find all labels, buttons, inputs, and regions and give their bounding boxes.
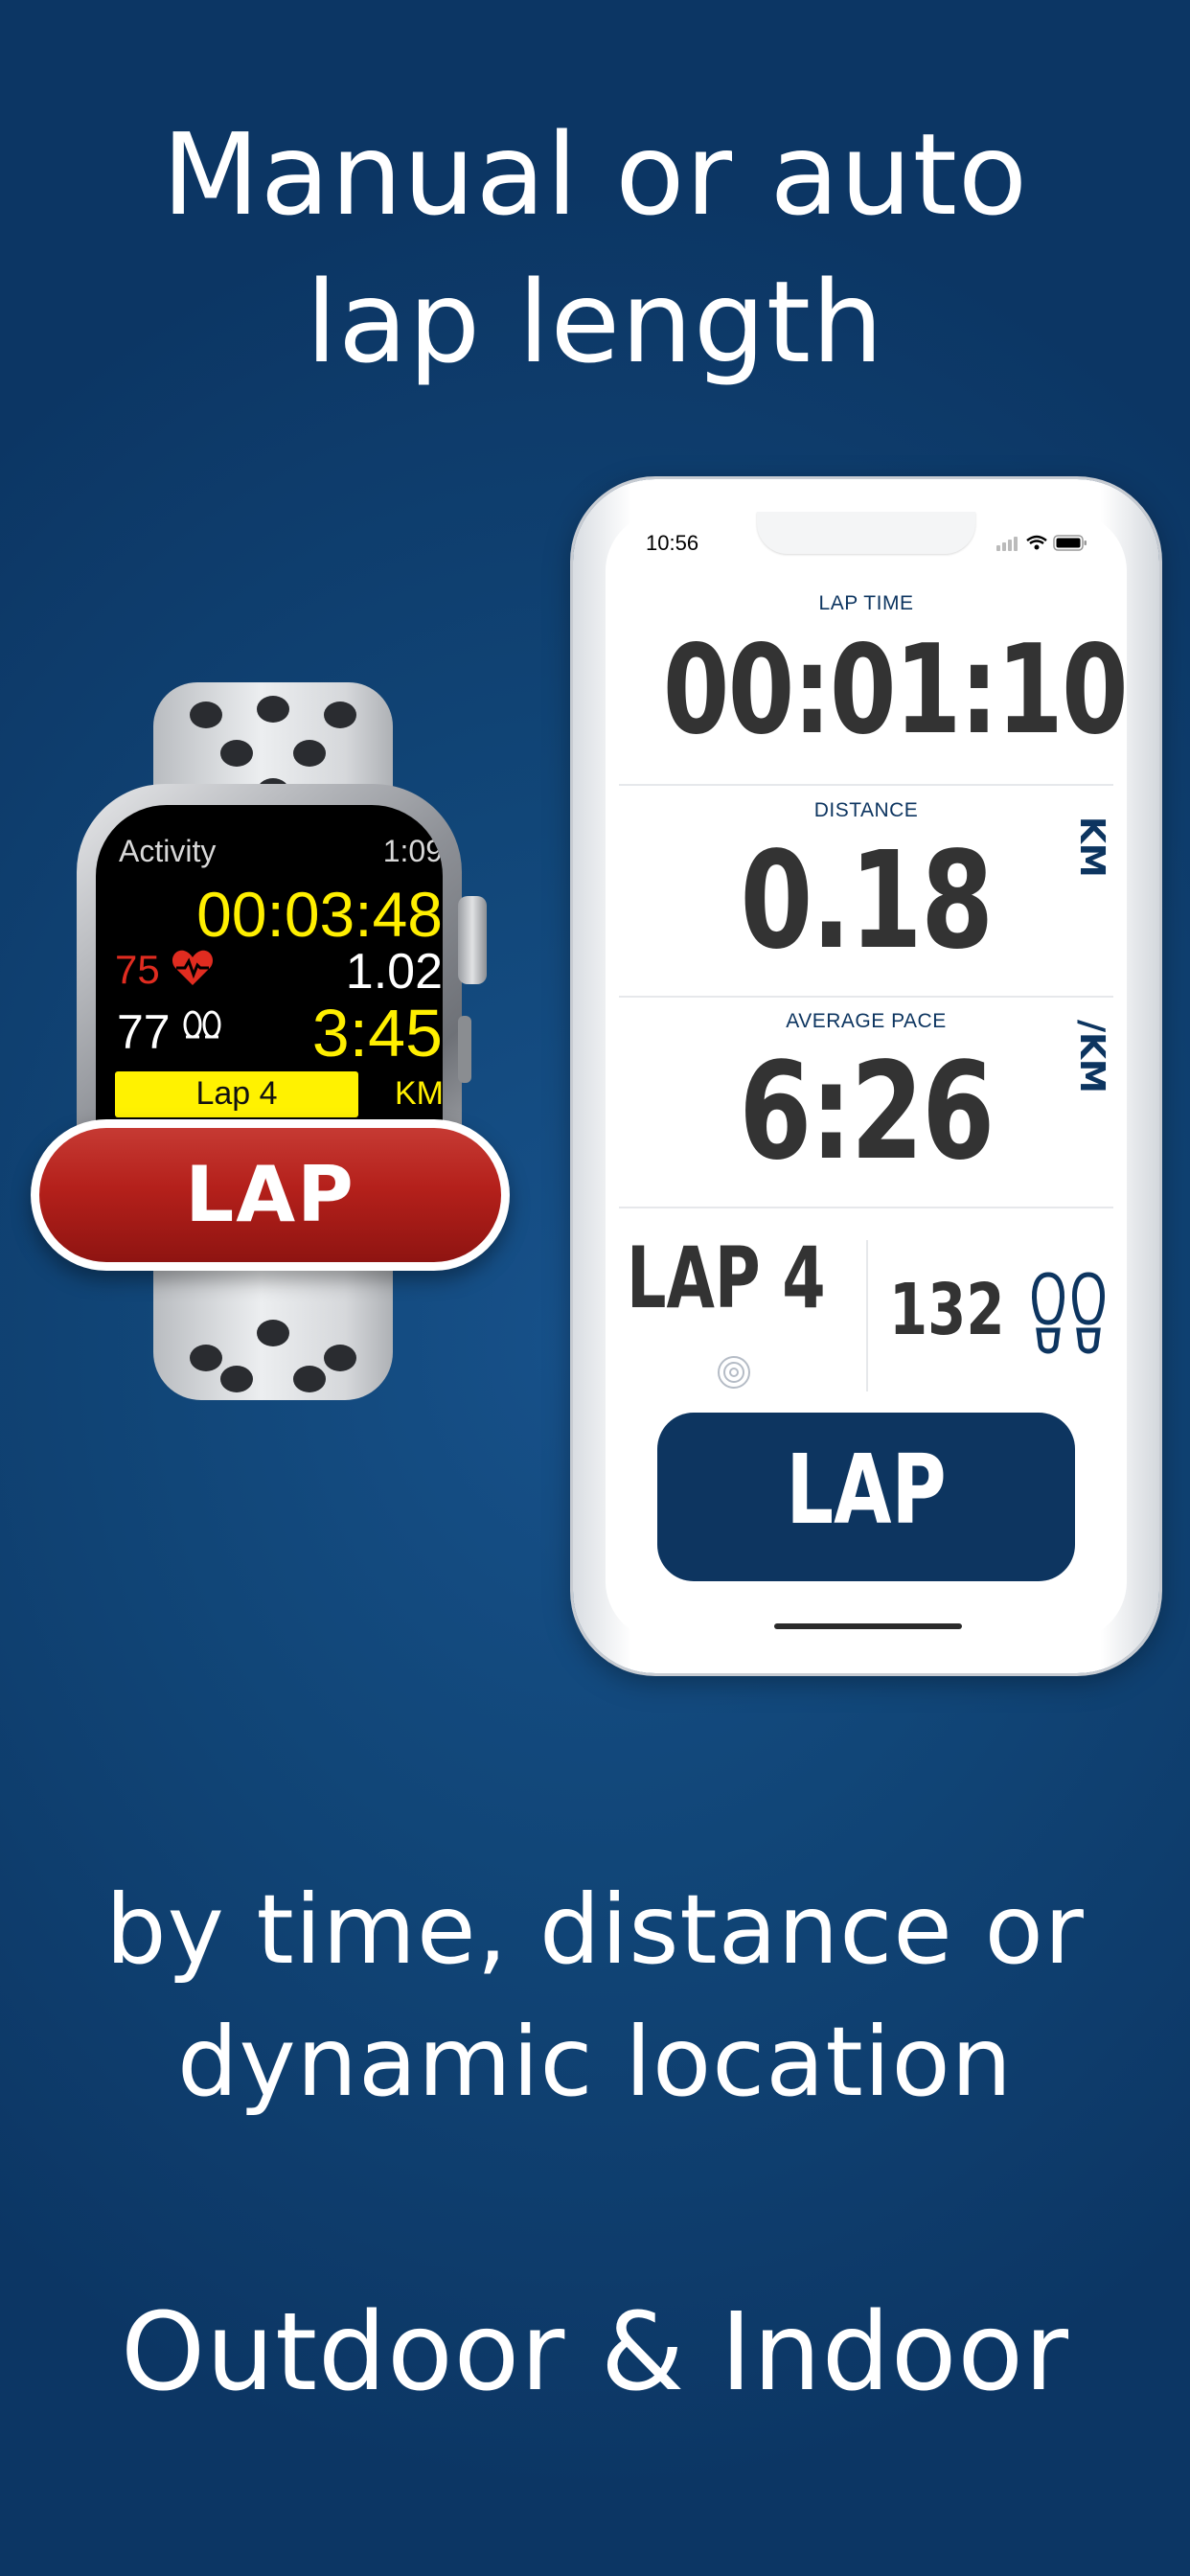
divider bbox=[619, 784, 1113, 786]
lap-number: LAP 4 bbox=[627, 1229, 826, 1327]
headline-top-line-2: lap length bbox=[306, 256, 884, 388]
watch-app-name: Activity bbox=[119, 834, 217, 868]
phone-notch bbox=[757, 512, 975, 554]
strap-hole bbox=[293, 740, 326, 767]
watch-lap-button[interactable]: LAP bbox=[31, 1119, 510, 1271]
watch-lap-button-label: LAP bbox=[39, 1128, 501, 1262]
average-pace-value: 6:26 bbox=[739, 1034, 995, 1190]
divider bbox=[619, 996, 1113, 998]
steps-value: 132 bbox=[889, 1269, 1005, 1351]
watch-steps: 77 bbox=[117, 1005, 171, 1059]
battery-icon bbox=[1053, 535, 1087, 551]
divider-vertical bbox=[866, 1240, 868, 1392]
status-bar-time: 10:56 bbox=[646, 531, 699, 555]
watch-clock: 1:09 bbox=[382, 834, 443, 868]
phone-lap-button-label: LAP bbox=[786, 1434, 947, 1546]
strap-hole bbox=[190, 702, 222, 728]
strap-hole bbox=[220, 740, 253, 767]
headline-bottom: Outdoor & Indoor bbox=[121, 2290, 1069, 2415]
watch-unit: KM bbox=[395, 1075, 443, 1112]
strap-hole bbox=[220, 1366, 253, 1392]
distance-value: 0.18 bbox=[740, 823, 994, 979]
headline-middle: by time, distance or dynamic location bbox=[0, 1864, 1190, 2128]
watch-pace: 3:45 bbox=[311, 996, 443, 1070]
status-bar-icons bbox=[996, 535, 1087, 551]
headline-middle-line-2: dynamic location bbox=[176, 2006, 1014, 2118]
phone-lap-button[interactable]: LAP bbox=[657, 1413, 1075, 1581]
footprints-icon bbox=[183, 1010, 221, 1039]
heart-rate-icon bbox=[172, 950, 214, 985]
watch-lap-label: Lap 4 bbox=[195, 1075, 278, 1112]
target-icon bbox=[718, 1356, 750, 1389]
strap-hole bbox=[324, 702, 356, 728]
watch-digital-crown[interactable] bbox=[458, 896, 487, 984]
headline-middle-line-1: by time, distance or bbox=[105, 1874, 1085, 1986]
iphone-mockup: 10:56 LAP TIME 00:01:10 DISTANCE 0.18 KM… bbox=[573, 479, 1159, 1673]
watch-distance: 1.02 bbox=[345, 944, 443, 1000]
average-pace-label: AVERAGE PACE bbox=[786, 1010, 947, 1032]
footprints-icon bbox=[1032, 1272, 1105, 1354]
phone-screen: 10:56 LAP TIME 00:01:10 DISTANCE 0.18 KM… bbox=[606, 512, 1127, 1641]
watch-heart-rate: 75 bbox=[115, 947, 160, 992]
headline-top: Manual or auto lap length bbox=[0, 101, 1190, 396]
divider bbox=[619, 1207, 1113, 1208]
watch-timer: 00:03:48 bbox=[196, 879, 443, 950]
distance-unit: KM bbox=[1072, 816, 1111, 878]
watch-side-button[interactable] bbox=[458, 1016, 471, 1083]
home-indicator[interactable] bbox=[774, 1623, 962, 1629]
distance-label: DISTANCE bbox=[813, 799, 919, 821]
strap-hole bbox=[257, 696, 289, 723]
strap-hole bbox=[190, 1345, 222, 1371]
lap-time-label: LAP TIME bbox=[818, 592, 914, 614]
average-pace-unit: /KM bbox=[1072, 1020, 1111, 1093]
headline-top-line-1: Manual or auto bbox=[161, 108, 1029, 241]
strap-hole bbox=[293, 1366, 326, 1392]
strap-hole bbox=[324, 1345, 356, 1371]
strap-hole bbox=[257, 1320, 289, 1346]
wifi-icon bbox=[1026, 535, 1047, 550]
watch-lap-bar: Lap 4 bbox=[115, 1071, 358, 1117]
lap-time-value: 00:01:10 bbox=[662, 619, 1127, 762]
cellular-icon bbox=[996, 537, 1018, 551]
